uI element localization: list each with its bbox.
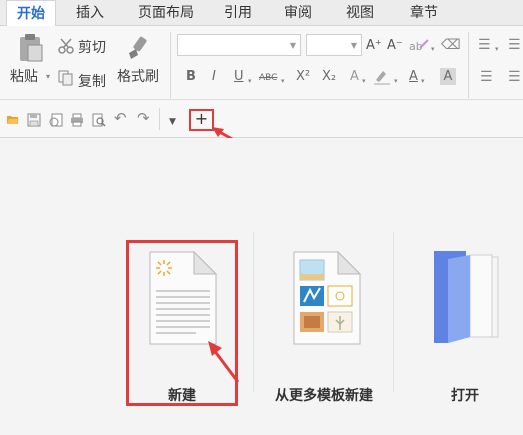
paste-dropdown-icon[interactable]: ▾ (46, 70, 50, 84)
underline-button[interactable]: U (234, 69, 244, 84)
ribbon-tab-bar: 开始 插入 页面布局 引用 审阅 视图 章节 (0, 0, 523, 27)
highlight-dropdown-icon[interactable]: ▾ (394, 74, 398, 88)
undo-icon[interactable]: ↶ (114, 111, 127, 126)
template-document-icon[interactable] (292, 250, 362, 346)
strikethrough-dropdown-icon[interactable]: ▾ (281, 74, 285, 88)
format-painter-icon[interactable] (126, 35, 150, 61)
phonetic-guide-icon[interactable]: ab (408, 36, 430, 54)
phonetic-dropdown-icon[interactable]: ▾ (431, 42, 435, 56)
new-from-template-label[interactable]: 从更多模板新建 (268, 385, 380, 405)
text-effect-dropdown-icon[interactable]: ▾ (362, 74, 366, 88)
underline-dropdown-icon[interactable]: ▾ (248, 74, 252, 88)
strikethrough-button[interactable]: ABC (259, 73, 277, 83)
font-color-dropdown-icon[interactable]: ▾ (421, 74, 425, 88)
chevron-down-icon: ▼ (289, 41, 296, 50)
open-folder-icon[interactable] (6, 113, 20, 127)
column-divider (253, 232, 254, 392)
tab-start[interactable]: 开始 (6, 0, 56, 27)
align-left-icon[interactable]: ☰ (480, 70, 493, 84)
font-size-combo[interactable]: ▼ (306, 34, 362, 56)
tab-view[interactable]: 视图 (340, 0, 380, 26)
tab-page-layout[interactable]: 页面布局 (130, 0, 202, 26)
tab-insert[interactable]: 插入 (70, 0, 110, 26)
ribbon-divider (170, 32, 171, 98)
tab-references[interactable]: 引用 (218, 0, 258, 26)
numbered-list-icon[interactable]: ☰ (508, 38, 521, 52)
copy-button[interactable]: 复制 (78, 71, 106, 91)
align-center-icon[interactable]: ☰ (508, 70, 521, 84)
clear-format-icon[interactable]: ⌫ (441, 38, 461, 52)
scissors-icon[interactable] (58, 38, 76, 54)
export-pdf-icon[interactable] (49, 113, 63, 127)
ribbon-divider (468, 32, 469, 98)
column-divider (393, 232, 394, 392)
copy-icon[interactable] (58, 70, 74, 86)
italic-button[interactable]: I (212, 69, 216, 84)
tab-review[interactable]: 审阅 (278, 0, 318, 26)
paste-button[interactable]: 粘贴 (10, 66, 38, 86)
superscript-button[interactable]: X² (296, 69, 310, 84)
redo-icon[interactable]: ↷ (137, 111, 150, 126)
annotation-arrow-icon (208, 341, 240, 383)
bold-button[interactable]: B (186, 69, 196, 84)
decrease-font-size-button[interactable]: A⁻ (387, 38, 403, 53)
character-shading-button[interactable]: A (440, 68, 456, 85)
new-document-icon[interactable] (148, 250, 218, 346)
add-tab-icon[interactable]: + (193, 111, 210, 127)
new-document-label[interactable]: 新建 (150, 385, 214, 405)
toolbar-divider (159, 108, 160, 130)
text-effect-button[interactable]: A (350, 69, 359, 84)
bullet-list-icon[interactable]: ☰ (478, 38, 491, 52)
bullet-dropdown-icon[interactable]: ▾ (495, 42, 499, 56)
cut-button[interactable]: 剪切 (78, 37, 106, 57)
font-color-button[interactable]: A (409, 69, 418, 84)
subscript-button[interactable]: X₂ (322, 69, 336, 84)
print-icon[interactable] (70, 113, 84, 127)
clipboard-icon[interactable] (18, 33, 44, 63)
font-name-combo[interactable]: ▼ (177, 34, 301, 56)
save-icon[interactable] (27, 113, 41, 127)
open-label[interactable]: 打开 (430, 385, 500, 405)
open-folder-large-icon[interactable] (430, 247, 502, 345)
highlight-icon[interactable] (372, 68, 392, 86)
tab-section[interactable]: 章节 (404, 0, 444, 26)
customize-toolbar-dropdown-icon[interactable]: ▼ (169, 115, 176, 129)
chevron-down-icon: ▼ (350, 41, 357, 50)
print-preview-icon[interactable] (92, 113, 106, 127)
increase-font-size-button[interactable]: A⁺ (366, 38, 382, 53)
format-painter-button[interactable]: 格式刷 (117, 66, 159, 86)
